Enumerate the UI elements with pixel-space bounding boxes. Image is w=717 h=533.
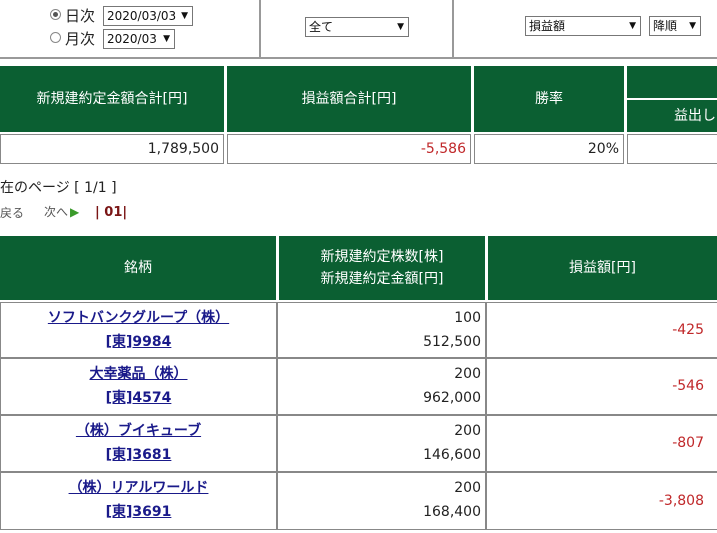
daily-label: 日次 xyxy=(65,7,96,25)
table-row-qty-cell: 100 512,500 xyxy=(277,302,486,358)
prev-link[interactable]: 戻る xyxy=(0,204,24,221)
stock-code-link[interactable]: [東]3681 xyxy=(1,443,276,467)
summary-table: 新規建約定金額合計[円] 損益額合計[円] 勝率 益出し 1,789,500 -… xyxy=(0,66,717,166)
summary-header-total-amount: 新規建約定金額合計[円] xyxy=(0,66,224,132)
filter-area: 日次 2020/03/03 ▼ 月次 2020/03 ▼ 全て ▼ 損益額 ▼ … xyxy=(0,0,717,62)
monthly-radio[interactable] xyxy=(50,32,61,43)
stock-code-link[interactable]: [東]9984 xyxy=(1,330,276,354)
chevron-down-icon: ▼ xyxy=(397,22,404,32)
stock-name-link[interactable]: （株）ブイキューブ xyxy=(1,419,276,443)
summary-total-amount: 1,789,500 xyxy=(0,134,224,164)
table-row-pl-cell: -546 xyxy=(486,358,717,415)
chevron-down-icon: ▼ xyxy=(181,11,188,21)
stock-name-link[interactable]: （株）リアルワールド xyxy=(1,476,276,500)
play-right-icon: ▶ xyxy=(70,205,80,219)
summary-header-total-pl: 損益額合計[円] xyxy=(227,66,471,132)
filter-divider-left xyxy=(259,0,261,58)
table-row-qty-cell: 200 146,600 xyxy=(277,415,486,472)
summary-header-profit-taking: 益出し xyxy=(627,100,717,132)
table-row-qty-cell: 200 168,400 xyxy=(277,472,486,530)
monthly-date-select[interactable]: 2020/03 ▼ xyxy=(103,29,175,49)
page-indicator: 在のページ [ 1/1 ] xyxy=(0,180,117,196)
chevron-down-icon: ▼ xyxy=(163,34,170,44)
detail-header-name: 銘柄 xyxy=(0,236,276,300)
detail-table: 銘柄 新規建約定株数[株] 新規建約定金額[円] 損益額[円] ソフトバンクグル… xyxy=(0,236,717,532)
table-row-name-cell: ソフトバンクグループ（株） [東]9984 xyxy=(0,302,277,358)
sort-field-select[interactable]: 損益額 ▼ xyxy=(525,16,641,36)
filter-bottom-border xyxy=(0,57,717,59)
monthly-label: 月次 xyxy=(65,30,96,48)
summary-profit-taking-cell xyxy=(627,134,717,164)
daily-radio[interactable] xyxy=(50,9,61,20)
summary-header-win-rate: 勝率 xyxy=(474,66,624,132)
stock-name-link[interactable]: 大幸薬品（株） xyxy=(1,362,276,386)
table-row-name-cell: 大幸薬品（株） [東]4574 xyxy=(0,358,277,415)
summary-win-rate: 20% xyxy=(474,134,624,164)
chevron-down-icon: ▼ xyxy=(629,21,636,31)
next-link[interactable]: 次へ ▶ xyxy=(44,203,79,220)
table-row-name-cell: （株）リアルワールド [東]3691 xyxy=(0,472,277,530)
category-select[interactable]: 全て ▼ xyxy=(305,17,409,37)
detail-header-pl: 損益額[円] xyxy=(488,236,717,300)
table-row-pl-cell: -3,808 xyxy=(486,472,717,530)
summary-header-group xyxy=(627,66,717,98)
table-row-name-cell: （株）ブイキューブ [東]3681 xyxy=(0,415,277,472)
sort-order-select[interactable]: 降順 ▼ xyxy=(649,16,701,36)
page-link-01[interactable]: | 01| xyxy=(95,205,127,220)
table-row-qty-cell: 200 962,000 xyxy=(277,358,486,415)
chevron-down-icon: ▼ xyxy=(689,21,696,31)
summary-total-pl: -5,586 xyxy=(227,134,471,164)
detail-header-qty-amount: 新規建約定株数[株] 新規建約定金額[円] xyxy=(279,236,485,300)
table-row-pl-cell: -425 xyxy=(486,302,717,358)
stock-code-link[interactable]: [東]3691 xyxy=(1,500,276,524)
table-row-pl-cell: -807 xyxy=(486,415,717,472)
daily-date-select[interactable]: 2020/03/03 ▼ xyxy=(103,6,193,26)
stock-name-link[interactable]: ソフトバンクグループ（株） xyxy=(1,306,276,330)
stock-code-link[interactable]: [東]4574 xyxy=(1,386,276,410)
filter-divider-right xyxy=(452,0,454,58)
